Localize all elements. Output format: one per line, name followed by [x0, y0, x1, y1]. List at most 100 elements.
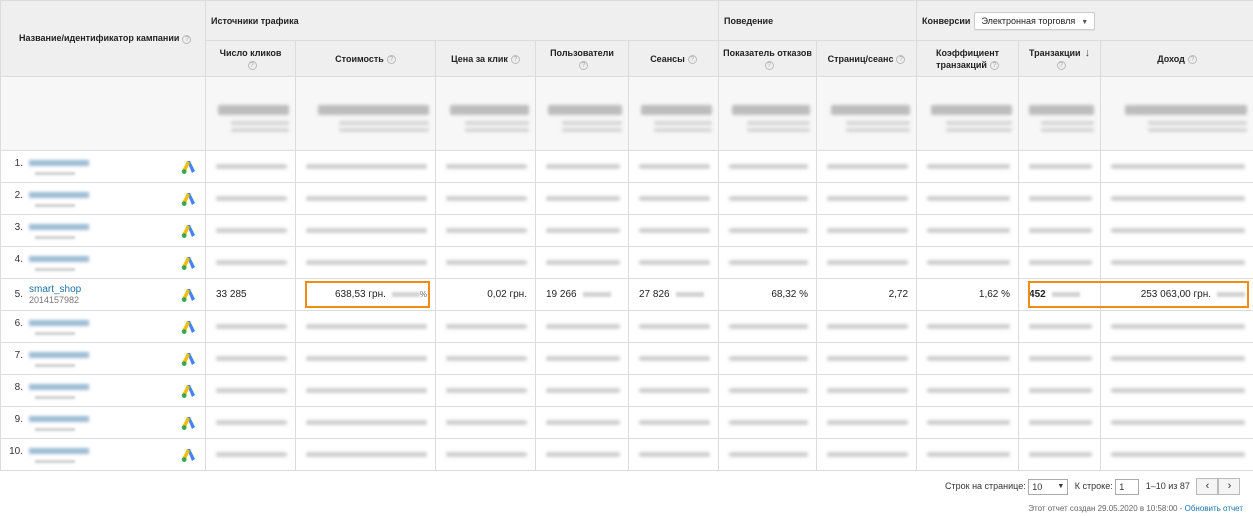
blurred-cell: [916, 150, 1020, 183]
help-icon[interactable]: ?: [687, 54, 697, 64]
google-ads-icon[interactable]: [181, 191, 197, 207]
blurred-cell: [816, 310, 918, 343]
col-header-cpc[interactable]: Цена за клик?: [435, 40, 536, 77]
blurred-cell: [627, 342, 720, 375]
table-row[interactable]: 10.: [0, 438, 1253, 471]
page-range: 1–10 из 87: [1145, 480, 1190, 491]
help-icon[interactable]: ?: [764, 60, 774, 70]
campaign-name-blurred[interactable]: [29, 320, 89, 327]
blurred-cell: [535, 150, 629, 183]
google-ads-icon[interactable]: [181, 351, 197, 367]
campaign-cell[interactable]: 3.: [0, 214, 206, 247]
bounce-cell: 68,32 %: [718, 278, 818, 311]
conversion-type-select[interactable]: Электронная торговля ▼: [974, 11, 1096, 30]
help-icon[interactable]: ?: [1056, 60, 1066, 70]
google-ads-icon[interactable]: [181, 255, 197, 271]
blurred-cell: [435, 214, 536, 247]
row-number: 9.: [14, 414, 23, 425]
campaign-cell[interactable]: 10.: [0, 438, 206, 471]
blurred-cell: [1100, 438, 1253, 471]
campaign-name-blurred[interactable]: [29, 416, 89, 423]
row-number: 2.: [14, 190, 23, 201]
campaign-name-blurred[interactable]: [29, 224, 89, 231]
next-page-button[interactable]: ›: [1218, 478, 1241, 495]
blurred-cell: [718, 246, 818, 279]
campaign-name-blurred[interactable]: [29, 160, 89, 167]
blurred-cell: [627, 438, 720, 471]
blurred-cell: [718, 438, 818, 471]
blurred-cell: [816, 406, 918, 439]
campaign-name-blurred[interactable]: [29, 352, 89, 359]
google-ads-icon[interactable]: [181, 319, 197, 335]
rows-per-page-select[interactable]: 10 ▼: [1028, 478, 1069, 495]
blurred-cell: [718, 182, 818, 215]
campaign-cell[interactable]: 7.: [0, 342, 206, 375]
table-row[interactable]: 3.: [0, 214, 1253, 247]
row-number: 10.: [9, 446, 23, 457]
col-header-conversion-rate[interactable]: Коэффициент транзакций?: [916, 40, 1020, 77]
google-ads-icon[interactable]: [181, 287, 197, 303]
refresh-report-link[interactable]: Обновить отчет: [1185, 504, 1243, 513]
campaign-name-blurred[interactable]: [29, 192, 89, 199]
campaign-name-blurred[interactable]: [29, 448, 89, 455]
sort-down-icon[interactable]: ↓: [1085, 47, 1091, 59]
prev-page-button[interactable]: ‹: [1196, 478, 1219, 495]
google-ads-icon[interactable]: [181, 223, 197, 239]
blurred-cell: [1100, 214, 1253, 247]
table-row[interactable]: 2.: [0, 182, 1253, 215]
help-icon[interactable]: ?: [386, 54, 396, 64]
total-bounce-blurred: [718, 76, 818, 151]
blurred-cell: [535, 406, 629, 439]
help-icon[interactable]: ?: [510, 54, 520, 64]
blurred-cell: [535, 182, 629, 215]
col-header-bounce-rate[interactable]: Показатель отказов?: [718, 40, 818, 77]
campaign-cell[interactable]: 6.: [0, 310, 206, 343]
help-icon[interactable]: ?: [1187, 54, 1197, 64]
blurred-cell: [435, 246, 536, 279]
help-icon[interactable]: ?: [579, 60, 588, 70]
help-icon[interactable]: ?: [896, 54, 906, 64]
blurred-cell: [295, 214, 436, 247]
google-ads-icon[interactable]: [181, 383, 197, 399]
campaign-cell[interactable]: 2.: [0, 182, 206, 215]
blurred-cell: [627, 374, 720, 407]
col-header-revenue[interactable]: Доход?: [1100, 40, 1253, 77]
help-icon[interactable]: ?: [989, 60, 999, 70]
table-row[interactable]: 9.: [0, 406, 1253, 439]
table-row[interactable]: 1.: [0, 150, 1253, 183]
row-number: 4.: [14, 254, 23, 265]
campaign-name-blurred[interactable]: [29, 256, 89, 263]
table-row[interactable]: 4.: [0, 246, 1253, 279]
campaign-cell[interactable]: 1.: [0, 150, 206, 183]
campaign-cell[interactable]: 4.: [0, 246, 206, 279]
col-header-clicks[interactable]: Число кликов?: [205, 40, 296, 77]
blurred-cell: [205, 214, 296, 247]
col-header-sessions[interactable]: Сеансы?: [627, 40, 720, 77]
table-row[interactable]: 7.: [0, 342, 1253, 375]
help-icon[interactable]: ?: [182, 34, 192, 44]
row-number: 5.: [14, 289, 23, 301]
google-ads-icon[interactable]: [181, 447, 197, 463]
campaign-cell[interactable]: 5. smart_shop 2014157982: [0, 278, 206, 311]
campaign-name-link[interactable]: smart_shop: [29, 284, 81, 295]
campaign-cell[interactable]: 8.: [0, 374, 206, 407]
google-ads-icon[interactable]: [181, 159, 197, 175]
help-icon[interactable]: ?: [247, 60, 257, 70]
col-header-pages-per-session[interactable]: Страниц/сеанс?: [816, 40, 918, 77]
table-row[interactable]: 8.: [0, 374, 1253, 407]
blurred-cell: [627, 310, 720, 343]
campaign-column-header[interactable]: Название/идентификатор кампании?: [0, 0, 206, 77]
col-header-transactions[interactable]: Транзакции ↓?: [1018, 40, 1102, 77]
total-cpc-blurred: [435, 76, 536, 151]
pagination: Строк на странице: 10 ▼ К строке: 1 1–10…: [945, 478, 1241, 495]
campaign-cell[interactable]: 9.: [0, 406, 206, 439]
blurred-cell: [816, 246, 918, 279]
campaign-name-blurred[interactable]: [29, 384, 89, 391]
google-ads-icon[interactable]: [181, 415, 197, 431]
blurred-cell: [435, 150, 536, 183]
conv-rate-cell: 1,62 %: [916, 278, 1020, 311]
go-to-row-input[interactable]: 1: [1115, 478, 1140, 495]
col-header-cost[interactable]: Стоимость?: [295, 40, 436, 77]
table-row[interactable]: 6.: [0, 310, 1253, 343]
col-header-users[interactable]: Пользователи?: [535, 40, 629, 77]
